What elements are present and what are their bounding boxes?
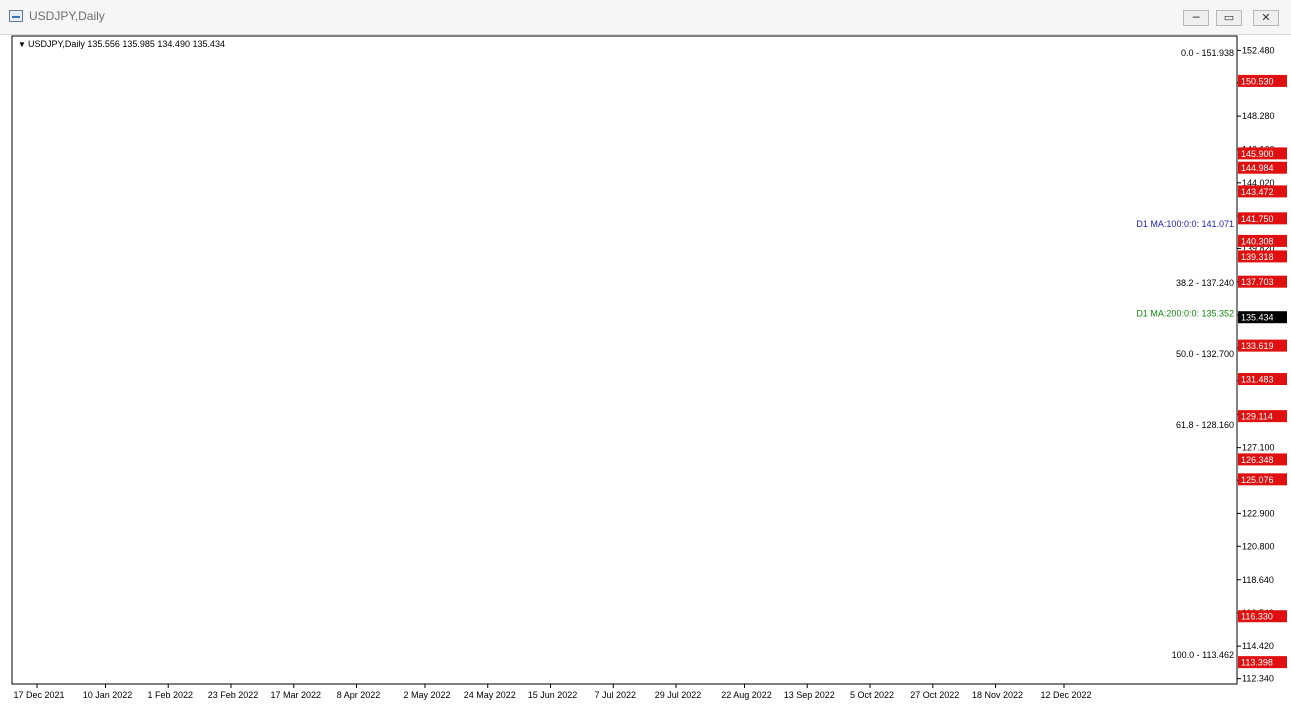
minimize-button[interactable]: ─ (1183, 10, 1209, 26)
y-axis-tick-label: 148.280 (1242, 111, 1275, 121)
chart-window-icon (9, 10, 23, 22)
x-axis-tick-label: 18 Nov 2022 (972, 690, 1023, 700)
fibonacci-label: 61.8 - 128.160 (1176, 420, 1234, 430)
chart-menu-arrow-icon: ▼ (18, 40, 26, 49)
y-axis-tick-label: 118.640 (1242, 575, 1274, 585)
level-price-label: 116.330 (1241, 612, 1273, 622)
current-price-label: 135.434 (1241, 313, 1274, 323)
fibonacci-label: 0.0 - 151.938 (1181, 48, 1234, 58)
x-axis-tick-label: 12 Dec 2022 (1040, 690, 1091, 700)
x-axis-tick-label: 23 Feb 2022 (208, 690, 259, 700)
level-price-label: 143.472 (1241, 187, 1274, 197)
x-axis-tick-label: 17 Dec 2021 (13, 690, 64, 700)
level-price-label: 125.076 (1241, 475, 1274, 485)
level-price-label: 129.114 (1241, 412, 1273, 422)
y-axis-tick-label: 114.420 (1242, 641, 1274, 651)
restore-button[interactable]: ▭ (1216, 10, 1242, 26)
x-axis-tick-label: 29 Jul 2022 (655, 690, 702, 700)
y-axis-tick-label: 122.900 (1242, 508, 1275, 518)
x-axis-tick-label: 7 Jul 2022 (594, 690, 636, 700)
level-price-label: 145.900 (1241, 149, 1274, 159)
level-price-label: 139.318 (1241, 252, 1274, 262)
x-axis-tick-label: 5 Oct 2022 (850, 690, 894, 700)
level-price-label: 141.750 (1241, 214, 1274, 224)
y-axis-tick-label: 152.480 (1242, 45, 1275, 55)
fibonacci-label: 100.0 - 113.462 (1172, 650, 1234, 660)
y-axis-tick-label: 120.800 (1242, 541, 1275, 551)
y-axis-tick-label: 112.340 (1242, 674, 1274, 684)
close-button[interactable]: ✕ (1253, 10, 1279, 26)
fibonacci-label: 38.2 - 137.240 (1176, 278, 1234, 288)
x-axis-tick-label: 8 Apr 2022 (337, 690, 381, 700)
x-axis-tick-label: 24 May 2022 (464, 690, 516, 700)
price-chart[interactable]: 0.0 - 151.938 38.2 - 137.240 50.0 - 132.70… (0, 34, 1291, 719)
x-axis-tick-label: 15 Jun 2022 (528, 690, 578, 700)
level-price-label: 131.483 (1241, 375, 1274, 385)
level-price-label: 113.398 (1241, 658, 1273, 668)
x-axis-tick-label: 10 Jan 2022 (83, 690, 133, 700)
level-price-label: 133.619 (1241, 341, 1274, 351)
level-price-label: 126.348 (1241, 455, 1274, 465)
x-axis-tick-label: 1 Feb 2022 (147, 690, 193, 700)
price-chart-svg[interactable]: 0.0 - 151.938 38.2 - 137.240 50.0 - 132.70… (0, 34, 1291, 719)
symbol-info: USDJPY,Daily 135.556 135.985 134.490 135… (28, 39, 225, 49)
moving-average-200-label: D1 MA:200:0:0: 135.352 (1136, 308, 1234, 318)
level-price-label: 150.530 (1241, 76, 1274, 86)
plot-frame (11, 35, 1238, 685)
x-axis-tick-label: 22 Aug 2022 (721, 690, 772, 700)
x-axis-tick-label: 17 Mar 2022 (270, 690, 321, 700)
level-price-label: 144.984 (1241, 163, 1274, 173)
x-axis-tick-label: 13 Sep 2022 (784, 690, 835, 700)
moving-average-100-label: D1 MA:100:0:0: 141.071 (1136, 219, 1234, 229)
window-title: USDJPY,Daily (29, 9, 105, 23)
title-bar[interactable]: USDJPY,Daily ─ ▭ ✕ (0, 0, 1291, 35)
fibonacci-label: 50.0 - 132.700 (1176, 349, 1234, 359)
level-price-label: 140.308 (1241, 236, 1274, 246)
level-price-label: 137.703 (1241, 277, 1274, 287)
x-axis-tick-label: 2 May 2022 (403, 690, 450, 700)
y-axis-tick-label: 127.100 (1242, 443, 1275, 453)
chart-window: USDJPY,Daily ─ ▭ ✕ 0.0 - 151.938 38.2 - 1… (0, 0, 1291, 719)
x-axis-tick-label: 27 Oct 2022 (910, 690, 959, 700)
